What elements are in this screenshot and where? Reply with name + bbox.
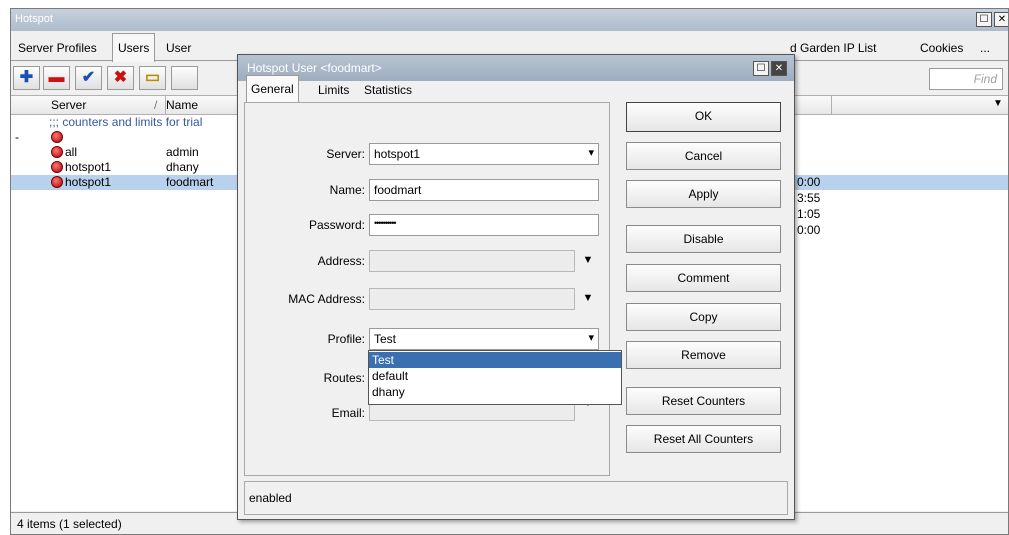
- server-label: Server:: [326, 147, 365, 161]
- chevron-down-icon[interactable]: ▾: [588, 146, 594, 159]
- password-field[interactable]: ••••••••••: [369, 214, 599, 236]
- maximize-icon[interactable]: ☐: [976, 12, 992, 27]
- tab-user-profiles[interactable]: User: [161, 37, 196, 61]
- copy-button[interactable]: Copy: [626, 303, 781, 331]
- dialog-status-bar: enabled: [244, 481, 788, 515]
- reset-all-counters-button[interactable]: Reset All Counters: [626, 425, 781, 453]
- profile-label: Profile:: [327, 332, 365, 346]
- reset-counters-button[interactable]: Reset Counters: [626, 387, 781, 415]
- column-menu-icon[interactable]: ▼: [993, 98, 1003, 109]
- close-icon[interactable]: ✕: [994, 12, 1008, 27]
- hotspot-user-dialog: Hotspot User <foodmart> ☐ ✕ General Limi…: [237, 54, 795, 520]
- uptime-value: 3:55: [797, 191, 821, 205]
- profile-option[interactable]: Test: [369, 352, 621, 368]
- dropdown-arrow-icon[interactable]: ▼: [579, 250, 597, 272]
- tab-users[interactable]: Users: [112, 33, 156, 62]
- uptime-value: 0:00: [797, 223, 821, 237]
- tab-limits[interactable]: Limits: [314, 79, 353, 101]
- routes-label: Routes:: [323, 371, 365, 385]
- maximize-icon[interactable]: ☐: [753, 61, 769, 76]
- profile-option[interactable]: default: [369, 368, 621, 384]
- chevron-down-icon[interactable]: ▾: [588, 331, 594, 344]
- dialog-title: Hotspot User <foodmart>: [247, 61, 382, 75]
- tab-walled-garden-ip-list[interactable]: d Garden IP List: [785, 37, 882, 61]
- tab-server-profiles[interactable]: Server Profiles: [13, 37, 102, 61]
- email-label: Email:: [331, 406, 365, 420]
- sort-indicator: /: [154, 98, 158, 112]
- password-label: Password:: [308, 218, 365, 232]
- profile-option[interactable]: dhany: [369, 384, 621, 400]
- general-panel: Server: hotspot1 ▾ Name: foodmart Passwo…: [244, 102, 610, 476]
- name-label: Name:: [329, 183, 365, 197]
- tab-statistics[interactable]: Statistics: [360, 79, 416, 101]
- uptime-value: 0:00: [797, 175, 821, 189]
- hotspot-user-icon: [51, 131, 63, 143]
- remove-icon[interactable]: ▬: [43, 66, 70, 90]
- window-title: Hotspot: [15, 13, 53, 25]
- disable-button[interactable]: Disable: [626, 225, 781, 253]
- window-title-bar[interactable]: Hotspot ☐ ✕: [11, 9, 1008, 31]
- ok-button[interactable]: OK: [626, 102, 781, 132]
- column-divider: [165, 96, 166, 114]
- disable-x-icon[interactable]: ✖: [107, 66, 134, 90]
- remove-button[interactable]: Remove: [626, 341, 781, 369]
- comment-button[interactable]: Comment: [626, 264, 781, 292]
- hotspot-user-icon: [51, 176, 63, 188]
- hotspot-user-icon: [51, 146, 63, 158]
- column-server[interactable]: Server: [51, 98, 86, 112]
- comment-icon[interactable]: ▭: [139, 66, 166, 90]
- profile-select[interactable]: Test ▾: [369, 328, 599, 350]
- mac-address-field[interactable]: [369, 288, 575, 310]
- cancel-button[interactable]: Cancel: [626, 142, 781, 170]
- profile-dropdown-list: Test default dhany: [368, 350, 622, 405]
- column-name[interactable]: Name: [166, 98, 198, 112]
- dialog-title-bar[interactable]: Hotspot User <foodmart> ☐ ✕: [238, 55, 794, 81]
- filter-icon[interactable]: [171, 66, 198, 90]
- tab-more[interactable]: ...: [975, 37, 995, 61]
- server-select[interactable]: hotspot1 ▾: [369, 143, 599, 165]
- address-field[interactable]: [369, 250, 575, 272]
- close-icon[interactable]: ✕: [771, 61, 787, 76]
- add-icon[interactable]: ✚: [13, 66, 40, 90]
- column-divider: [831, 96, 832, 114]
- address-label: Address:: [317, 254, 365, 268]
- find-input[interactable]: Find: [929, 68, 1003, 90]
- mac-address-label: MAC Address:: [288, 292, 365, 306]
- dropdown-arrow-icon[interactable]: ▼: [579, 288, 597, 310]
- hotspot-user-icon: [51, 161, 63, 173]
- enable-check-icon[interactable]: ✔: [75, 66, 102, 90]
- uptime-value: 1:05: [797, 207, 821, 221]
- tab-cookies[interactable]: Cookies: [915, 37, 968, 61]
- name-field[interactable]: foodmart: [369, 179, 599, 201]
- apply-button[interactable]: Apply: [626, 180, 781, 208]
- tab-general[interactable]: General: [246, 75, 299, 102]
